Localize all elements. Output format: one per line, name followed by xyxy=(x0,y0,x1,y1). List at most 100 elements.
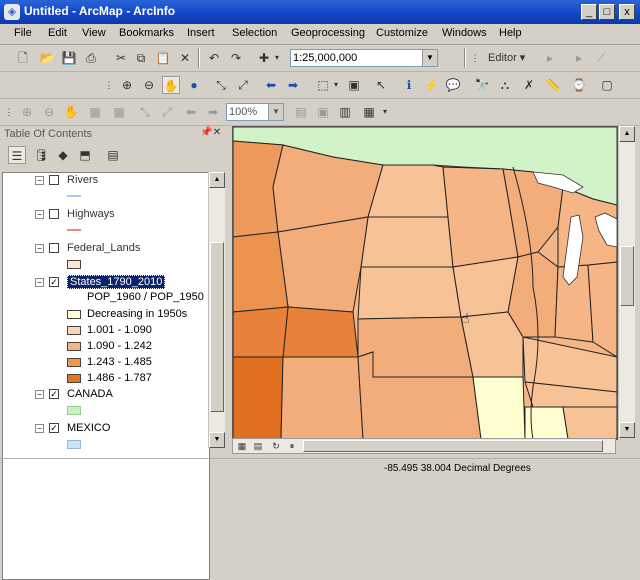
arcmap-app-icon[interactable]: ◈ xyxy=(4,4,20,20)
layer-name[interactable]: Federal_Lands xyxy=(67,242,140,254)
menu-selection[interactable]: Selection xyxy=(232,27,277,39)
paste-icon[interactable]: 📋 xyxy=(154,49,172,67)
layer-visibility-checkbox[interactable]: ✓ xyxy=(49,277,59,287)
go-forward-icon[interactable]: ➡ xyxy=(284,76,302,94)
layout-back-icon[interactable]: ⬅ xyxy=(182,103,200,121)
redo-icon[interactable]: ↷ xyxy=(227,49,245,67)
menu-help[interactable]: Help xyxy=(499,27,522,39)
scroll-up-icon[interactable]: ▲ xyxy=(619,126,635,142)
create-viewer-window-icon[interactable]: ▢ xyxy=(598,76,616,94)
collapse-icon[interactable]: − xyxy=(35,424,44,433)
undo-icon[interactable]: ↶ xyxy=(205,49,223,67)
legend-class-row[interactable]: Decreasing in 1950s xyxy=(3,307,203,323)
open-folder-icon[interactable]: 📂 xyxy=(38,49,56,67)
select-elements-arrow-icon[interactable]: ↖ xyxy=(372,76,390,94)
chevron-down-icon[interactable]: ▼ xyxy=(268,104,283,120)
menu-customize[interactable]: Customize xyxy=(376,27,428,39)
list-by-source-icon[interactable]: 🛢 xyxy=(32,146,50,164)
layer-name[interactable]: Rivers xyxy=(67,174,98,186)
layout-zoom-combo[interactable]: 100% ▼ xyxy=(226,103,284,121)
measure-icon[interactable]: 📏 xyxy=(544,76,562,94)
menu-edit[interactable]: Edit xyxy=(48,27,67,39)
map-vertical-scrollbar[interactable]: ▲ ▼ xyxy=(618,126,635,438)
toggle-draft-mode-icon[interactable]: ▤ xyxy=(292,103,310,121)
go-back-icon[interactable]: ⬅ xyxy=(262,76,280,94)
menu-file[interactable]: File xyxy=(14,27,32,39)
horizontal-scrollbar[interactable] xyxy=(303,440,603,452)
scroll-thumb[interactable] xyxy=(210,242,224,412)
sketch-tool-icon[interactable]: ⟋ xyxy=(592,49,610,67)
full-extent-globe-icon[interactable]: ● xyxy=(185,76,203,94)
map-scale-combo[interactable]: 1:25,000,000 ▼ xyxy=(290,49,438,67)
pause-drawing-icon[interactable]: ⏸ xyxy=(285,439,299,453)
toolbar-grip-icon[interactable]: ⋮ xyxy=(470,49,480,67)
toc-vertical-scrollbar[interactable]: ▲ ▼ xyxy=(208,172,225,448)
print-icon[interactable]: ⎙ xyxy=(82,49,100,67)
new-document-icon[interactable]: 🗋 xyxy=(14,49,32,67)
time-slider-icon[interactable]: ⌚ xyxy=(570,76,588,94)
save-icon[interactable]: 💾 xyxy=(60,49,78,67)
layer-name[interactable]: MEXICO xyxy=(67,422,110,434)
select-dropdown-icon[interactable]: ▾ xyxy=(331,76,341,94)
legend-class-row[interactable]: 1.486 - 1.787 xyxy=(3,371,203,387)
list-by-drawing-order-icon[interactable]: ☰ xyxy=(8,146,26,164)
chevron-down-icon[interactable]: ▼ xyxy=(422,50,437,66)
menu-insert[interactable]: Insert xyxy=(187,27,215,39)
legend-class-row[interactable]: 1.243 - 1.485 xyxy=(3,355,203,371)
minimize-button[interactable]: _ xyxy=(581,4,597,20)
list-by-selection-icon[interactable]: ⬒ xyxy=(76,146,94,164)
menu-bookmarks[interactable]: Bookmarks xyxy=(119,27,174,39)
zoom-100-icon[interactable]: ▦ xyxy=(110,103,128,121)
edit-tool-icon[interactable]: ▸ xyxy=(541,49,559,67)
legend-class-row[interactable]: 1.001 - 1.090 xyxy=(3,323,203,339)
zoom-out-icon[interactable]: ⊖ xyxy=(140,76,158,94)
fixed-zoom-out-icon[interactable]: ⤢ xyxy=(234,76,252,94)
add-data-icon[interactable]: ✚ xyxy=(255,49,273,67)
collapse-icon[interactable]: − xyxy=(35,176,44,185)
html-popup-icon[interactable]: ⚡ xyxy=(422,76,440,94)
layer-row-highways[interactable]: − Highways xyxy=(3,207,203,223)
map-canvas[interactable]: ☝ xyxy=(233,127,617,439)
data-driven-pages-icon[interactable]: ▦ xyxy=(360,103,378,121)
close-button[interactable]: x xyxy=(619,4,635,20)
fixed-zoom-out-layout-icon[interactable]: ⤢ xyxy=(158,103,176,121)
layer-name[interactable]: Highways xyxy=(67,208,115,220)
zoom-in-icon[interactable]: ⊕ xyxy=(118,76,136,94)
collapse-icon[interactable]: − xyxy=(35,390,44,399)
layer-visibility-checkbox[interactable]: ✓ xyxy=(49,389,59,399)
toolbar-grip-icon[interactable]: ⋮ xyxy=(4,103,14,121)
delete-icon[interactable]: ✕ xyxy=(176,49,194,67)
layer-name-selected[interactable]: States_1790_2010 xyxy=(67,275,166,289)
menu-view[interactable]: View xyxy=(82,27,106,39)
pin-icon[interactable]: 📌 xyxy=(200,126,212,140)
scroll-down-icon[interactable]: ▼ xyxy=(209,432,225,448)
identify-icon[interactable]: ℹ xyxy=(400,76,418,94)
focus-data-frame-icon[interactable]: ▣ xyxy=(314,103,332,121)
layer-row-canada[interactable]: − ✓ CANADA xyxy=(3,387,203,403)
fixed-zoom-in-layout-icon[interactable]: ⤡ xyxy=(136,103,154,121)
menu-windows[interactable]: Windows xyxy=(442,27,487,39)
copy-icon[interactable]: ⧉ xyxy=(132,49,150,67)
find-binoculars-icon[interactable]: 🔭 xyxy=(473,76,491,94)
maximize-button[interactable]: □ xyxy=(599,4,615,20)
fixed-zoom-in-icon[interactable]: ⤡ xyxy=(212,76,230,94)
pan-hand-icon[interactable]: ✋ xyxy=(162,76,180,94)
layer-row-federal-lands[interactable]: − Federal_Lands xyxy=(3,241,203,257)
layout-pan-icon[interactable]: ✋ xyxy=(62,103,80,121)
collapse-icon[interactable]: − xyxy=(35,210,44,219)
menu-geoprocessing[interactable]: Geoprocessing xyxy=(291,27,365,39)
layout-forward-icon[interactable]: ➡ xyxy=(204,103,222,121)
layer-visibility-checkbox[interactable] xyxy=(49,243,59,253)
select-features-icon[interactable]: ⬚ xyxy=(314,76,332,94)
add-data-dropdown-icon[interactable]: ▾ xyxy=(272,49,282,67)
map-display[interactable]: ☝ xyxy=(232,126,618,440)
scroll-up-icon[interactable]: ▲ xyxy=(209,172,225,188)
go-to-xy-icon[interactable]: ✗ xyxy=(520,76,538,94)
collapse-icon[interactable]: − xyxy=(35,278,44,287)
layer-visibility-checkbox[interactable]: ✓ xyxy=(49,423,59,433)
layer-visibility-checkbox[interactable] xyxy=(49,209,59,219)
editor-menu-button[interactable]: Editor ▾ xyxy=(488,49,536,67)
layer-row-rivers[interactable]: − Rivers xyxy=(3,173,203,189)
close-icon[interactable]: ✕ xyxy=(212,126,222,140)
layer-visibility-checkbox[interactable] xyxy=(49,175,59,185)
